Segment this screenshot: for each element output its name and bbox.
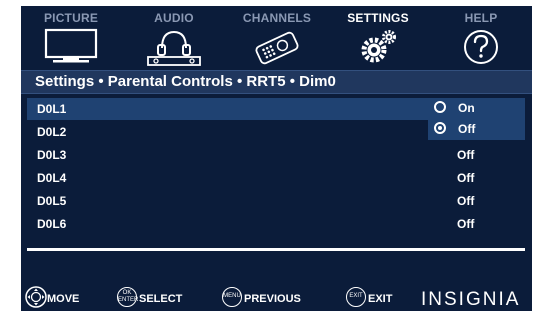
list-row-d0l5[interactable]: D0L5 Off	[21, 190, 532, 212]
option-off[interactable]: Off	[428, 119, 525, 140]
gears-icon	[361, 30, 396, 63]
tab-audio[interactable]: AUDIO	[124, 6, 224, 70]
row-value: Off	[457, 148, 475, 162]
hint-select-label: SELECT	[139, 293, 183, 305]
tv-menu-screen: PICTURE AUDIO CHANNELS SETTINGS HELP Set…	[21, 6, 532, 311]
footer-hints: MOVE OK ENTER SELECT MENU PREVIOUS EXIT …	[21, 286, 532, 311]
breadcrumb: Settings • Parental Controls • RRT5 • Di…	[35, 73, 336, 90]
tab-channels-label: CHANNELS	[242, 11, 312, 25]
row-label: D0L2	[37, 125, 67, 139]
row-value: Off	[457, 194, 475, 208]
tab-settings-label: SETTINGS	[347, 11, 409, 25]
tab-settings[interactable]: SETTINGS	[328, 6, 428, 70]
tv-icon	[44, 28, 98, 63]
hint-previous-label: PREVIOUS	[244, 293, 301, 305]
help-icon	[464, 30, 498, 64]
brand-logo: INSIGNIA	[421, 289, 521, 310]
row-label: D0L1	[37, 102, 67, 116]
ok-enter-icon: OK ENTER	[117, 287, 138, 307]
breadcrumb-bar: Settings • Parental Controls • RRT5 • Di…	[21, 70, 532, 94]
row-value: Off	[457, 217, 475, 231]
option-on[interactable]: On	[428, 98, 525, 119]
hint-exit-label: EXIT	[368, 293, 393, 305]
tab-help-label: HELP	[464, 11, 498, 25]
radio-unchecked-icon[interactable]	[434, 101, 446, 113]
remote-icon	[255, 31, 299, 65]
row-label: D0L6	[37, 217, 67, 231]
tab-picture-label: PICTURE	[43, 11, 99, 25]
tab-audio-label: AUDIO	[154, 11, 194, 25]
menu-button-icon: MENU	[222, 287, 242, 307]
exit-button-icon: EXIT	[346, 287, 366, 307]
option-label: Off	[458, 122, 476, 136]
row-label: D0L4	[37, 171, 67, 185]
option-label: On	[458, 101, 475, 115]
on-off-dropdown[interactable]: On Off	[428, 98, 525, 140]
tab-picture[interactable]: PICTURE	[21, 6, 121, 70]
row-label: D0L3	[37, 148, 67, 162]
list-row-d0l6[interactable]: D0L6 Off	[21, 213, 532, 235]
list-row-d0l4[interactable]: D0L4 Off	[21, 167, 532, 189]
headphones-icon	[147, 30, 201, 66]
row-value: Off	[457, 171, 475, 185]
hint-move-label: MOVE	[47, 293, 80, 305]
tab-help[interactable]: HELP	[431, 6, 531, 70]
tab-channels[interactable]: CHANNELS	[227, 6, 327, 70]
divider	[27, 248, 525, 251]
row-label: D0L5	[37, 194, 67, 208]
radio-checked-icon[interactable]	[434, 122, 446, 134]
dpad-icon	[25, 286, 47, 308]
menu-tabs: PICTURE AUDIO CHANNELS SETTINGS HELP	[21, 6, 532, 70]
list-row-d0l3[interactable]: D0L3 Off	[21, 144, 532, 166]
